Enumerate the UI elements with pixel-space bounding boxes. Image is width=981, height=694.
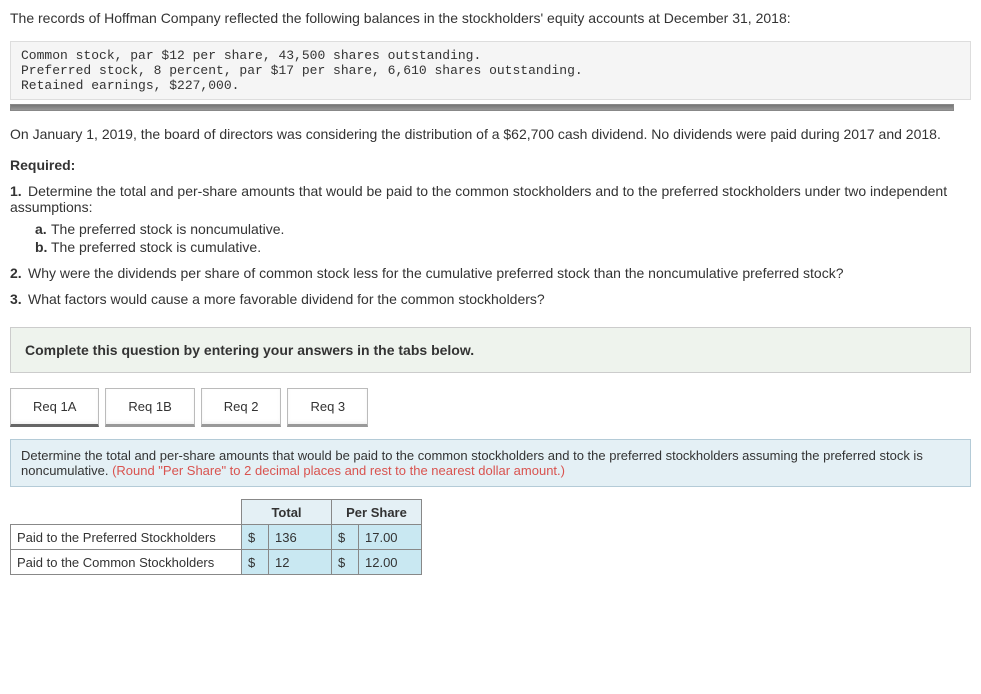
dollar-sign: $ [242, 550, 269, 575]
table-row: Paid to the Common Stockholders $ 12 $ 1… [11, 550, 422, 575]
header-empty [11, 500, 242, 525]
intro-text: The records of Hoffman Company reflected… [10, 10, 971, 26]
tab-req-1b[interactable]: Req 1B [105, 388, 194, 427]
preferred-pershare-input[interactable]: 17.00 [359, 525, 422, 550]
header-per-share: Per Share [332, 500, 422, 525]
requirement-1a: a.The preferred stock is noncumulative. [35, 221, 971, 237]
header-total: Total [242, 500, 332, 525]
requirement-2-text: Why were the dividends per share of comm… [28, 265, 844, 281]
requirement-2: 2.Why were the dividends per share of co… [10, 265, 971, 281]
preferred-total-input[interactable]: 136 [269, 525, 332, 550]
required-label: Required: [10, 157, 971, 173]
separator-bar [10, 104, 954, 111]
tabs-container: Req 1A Req 1B Req 2 Req 3 [10, 388, 971, 427]
row-label-preferred: Paid to the Preferred Stockholders [11, 525, 242, 550]
code-line-1: Common stock, par $12 per share, 43,500 … [21, 48, 481, 63]
data-block: Common stock, par $12 per share, 43,500 … [10, 41, 971, 111]
code-lines: Common stock, par $12 per share, 43,500 … [10, 41, 971, 100]
dollar-sign: $ [332, 525, 359, 550]
table-row: Paid to the Preferred Stockholders $ 136… [11, 525, 422, 550]
requirement-1-text: Determine the total and per-share amount… [10, 183, 947, 215]
requirement-1b-text: The preferred stock is cumulative. [51, 239, 261, 255]
requirement-3: 3.What factors would cause a more favora… [10, 291, 971, 307]
dollar-sign: $ [242, 525, 269, 550]
requirement-1a-text: The preferred stock is noncumulative. [51, 221, 284, 237]
code-line-2: Preferred stock, 8 percent, par $17 per … [21, 63, 583, 78]
dollar-sign: $ [332, 550, 359, 575]
common-pershare-input[interactable]: 12.00 [359, 550, 422, 575]
tab-req-2[interactable]: Req 2 [201, 388, 282, 427]
requirement-3-text: What factors would cause a more favorabl… [28, 291, 545, 307]
common-total-input[interactable]: 12 [269, 550, 332, 575]
requirement-1: 1.Determine the total and per-share amou… [10, 183, 971, 255]
row-label-common: Paid to the Common Stockholders [11, 550, 242, 575]
paragraph-2: On January 1, 2019, the board of directo… [10, 126, 971, 142]
tab-instructions: Determine the total and per-share amount… [10, 439, 971, 487]
tab-req-3[interactable]: Req 3 [287, 388, 368, 427]
instruct-round: (Round "Per Share" to 2 decimal places a… [112, 463, 565, 478]
code-line-3: Retained earnings, $227,000. [21, 78, 239, 93]
tab-req-1a[interactable]: Req 1A [10, 388, 99, 427]
answer-instruction-box: Complete this question by entering your … [10, 327, 971, 373]
requirement-1b: b.The preferred stock is cumulative. [35, 239, 971, 255]
answer-table: Total Per Share Paid to the Preferred St… [10, 499, 422, 575]
